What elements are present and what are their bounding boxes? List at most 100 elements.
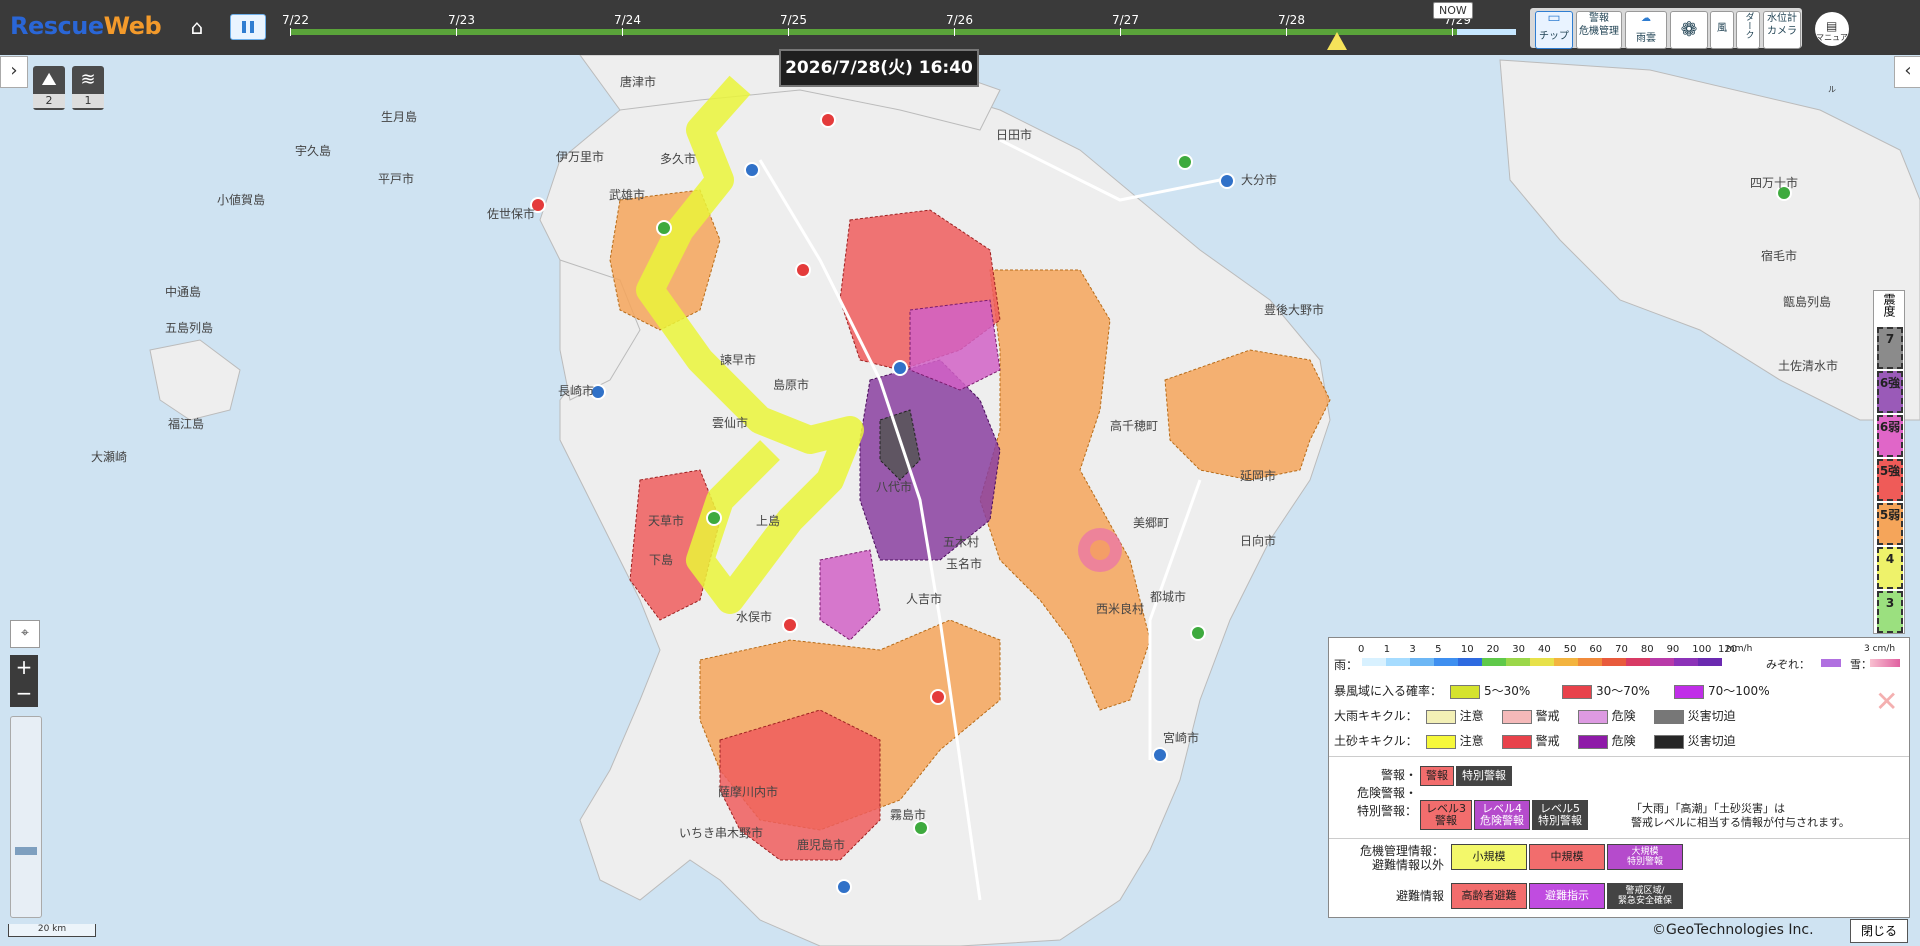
timeline-date-label: 7/26: [946, 13, 973, 27]
sediment_kikikuru-swatch: [1501, 734, 1532, 749]
wind-button[interactable]: 風: [1710, 11, 1734, 49]
close-legend-button[interactable]: 閉じる: [1850, 919, 1908, 943]
snow-unit: 3 cm/h: [1864, 644, 1896, 654]
water-gauge-button[interactable]: 水位計 カメラ: [1763, 11, 1801, 49]
place-label: 武雄市: [609, 187, 645, 202]
tsunami-icon: ≋: [80, 69, 96, 90]
zoom-slider-thumb[interactable]: [15, 847, 37, 855]
evacuation-label: 避難情報: [1395, 889, 1444, 903]
warning-button[interactable]: 警報 危機管理: [1576, 11, 1622, 49]
gauge-marker-blue[interactable]: [892, 360, 908, 376]
rain-color-swatch: [1650, 658, 1674, 666]
level4-swatch: レベル4 危険警報: [1474, 800, 1530, 830]
gauge-marker-green[interactable]: [1190, 625, 1206, 641]
place-label: 高千穂町: [1110, 418, 1158, 433]
rain-color-swatch: [1362, 658, 1386, 666]
rain-tick-label: 0: [1358, 644, 1365, 655]
timeline-date-label: 7/24: [614, 13, 641, 27]
manual-icon: ▤: [1826, 19, 1838, 33]
tsunami-count: 1: [72, 94, 104, 108]
manual-button[interactable]: ▤ マニュアル: [1815, 12, 1849, 94]
chip-button[interactable]: ▭ チップ: [1535, 11, 1573, 49]
gauge-marker-blue[interactable]: [836, 879, 852, 895]
timeline-tick: [1452, 28, 1453, 36]
crisis-small-swatch: 小規模: [1451, 844, 1527, 870]
place-label: 諫早市: [720, 352, 756, 367]
sleet-label: みぞれ：: [1766, 658, 1810, 671]
place-label: 玉名市: [946, 556, 982, 571]
storm-item-label: 70〜100%: [1708, 684, 1770, 698]
timeline-tick: [290, 28, 291, 36]
gauge-marker-green[interactable]: [706, 510, 722, 526]
gauge-marker-blue[interactable]: [1152, 747, 1168, 763]
seismic-level-2: 6弱: [1877, 415, 1903, 457]
app-logo[interactable]: RescueWeb: [10, 12, 162, 40]
zoom-out-button[interactable]: −: [10, 681, 38, 707]
timeline-tick: [456, 28, 457, 36]
right-panel-toggle[interactable]: ‹: [1894, 56, 1920, 88]
evac-instruction-swatch: 避難指示: [1529, 883, 1605, 909]
place-label: 中通島: [165, 284, 201, 299]
rain-tick-label: 80: [1640, 644, 1654, 655]
seismic-intensity-title: 震度: [1882, 293, 1896, 317]
seismic-level-3: 5強: [1877, 459, 1903, 501]
rain-cloud-button[interactable]: ☁ 雨雲: [1625, 11, 1667, 49]
place-label: 五木村: [943, 535, 979, 549]
close-icon[interactable]: ✕: [1875, 685, 1898, 718]
place-label: 大瀬崎: [91, 450, 127, 464]
gauge-marker-blue[interactable]: [1219, 173, 1235, 189]
place-label: 日向市: [1240, 533, 1276, 548]
timeline-date-label: 7/23: [448, 13, 475, 27]
storm-item-label: 5〜30%: [1484, 684, 1531, 698]
home-icon[interactable]: ⌂: [184, 14, 210, 40]
place-label: 四万十市: [1750, 175, 1798, 190]
timeline-cursor[interactable]: [1327, 32, 1347, 50]
rain-tick-label: 3: [1409, 644, 1416, 655]
gauge-marker-red[interactable]: [782, 617, 798, 633]
dark-mode-label: ダーク: [1743, 12, 1754, 39]
place-label: 唐津市: [620, 74, 656, 89]
sediment_kikikuru-swatch: [1577, 734, 1608, 749]
seismic-level-0: 7: [1877, 327, 1903, 369]
tsunami-layer-button[interactable]: ≋ 1: [72, 66, 104, 110]
water-gauge-label: 水位計 カメラ: [1767, 13, 1797, 37]
snow-label: 雪：: [1850, 658, 1872, 671]
now-button[interactable]: NOW: [1433, 2, 1473, 19]
locate-icon[interactable]: ⌖: [10, 620, 40, 648]
place-label: 伊万里市: [556, 149, 604, 164]
gauge-marker-red[interactable]: [820, 112, 836, 128]
gauge-marker-green[interactable]: [656, 220, 672, 236]
left-panel-toggle[interactable]: ›: [0, 56, 28, 88]
gauge-marker-green[interactable]: [1177, 154, 1193, 170]
typhoon-icon: ❁: [1680, 17, 1698, 41]
typhoon-button[interactable]: ❁: [1670, 11, 1708, 49]
place-label: 宇久島: [295, 143, 331, 158]
zoom-in-button[interactable]: +: [10, 655, 38, 681]
dark-mode-button[interactable]: ダーク: [1736, 11, 1760, 49]
rain-cell-core: [1090, 540, 1110, 560]
gauge-marker-blue[interactable]: [744, 162, 760, 178]
sediment-kikikuru-legend: 土砂キキクル： 注意 警戒 危険 災害切迫: [1334, 732, 1736, 749]
gauge-marker-red[interactable]: [795, 262, 811, 278]
pause-button[interactable]: [230, 14, 266, 40]
gauge-marker-green[interactable]: [913, 820, 929, 836]
place-label: 福江島: [168, 416, 204, 431]
special-warnings-label: 特別警報：: [1356, 804, 1417, 818]
rain-legend-label: 雨：: [1334, 658, 1359, 672]
rain_kikikuru-item-label: 危険: [1611, 709, 1636, 723]
rain-tick-label: 30: [1512, 644, 1526, 655]
flood-layer-button[interactable]: ⛰ 2: [33, 66, 65, 110]
evac-elderly-swatch: 高齢者避難: [1451, 883, 1527, 909]
place-label: 延岡市: [1240, 468, 1276, 483]
storm-swatch: [1674, 684, 1705, 699]
gauge-marker-red[interactable]: [930, 689, 946, 705]
level3-swatch: レベル3 警報: [1420, 800, 1472, 830]
place-label: 多久市: [660, 151, 696, 166]
rain-color-swatch: [1698, 658, 1722, 666]
seismic-level-6: 3: [1877, 591, 1903, 633]
rain-color-swatch: [1674, 658, 1698, 666]
place-label: 五島列島: [165, 320, 213, 335]
place-label: 島原市: [773, 377, 809, 392]
zoom-slider[interactable]: [10, 716, 42, 918]
place-label: 長崎市: [558, 383, 594, 398]
